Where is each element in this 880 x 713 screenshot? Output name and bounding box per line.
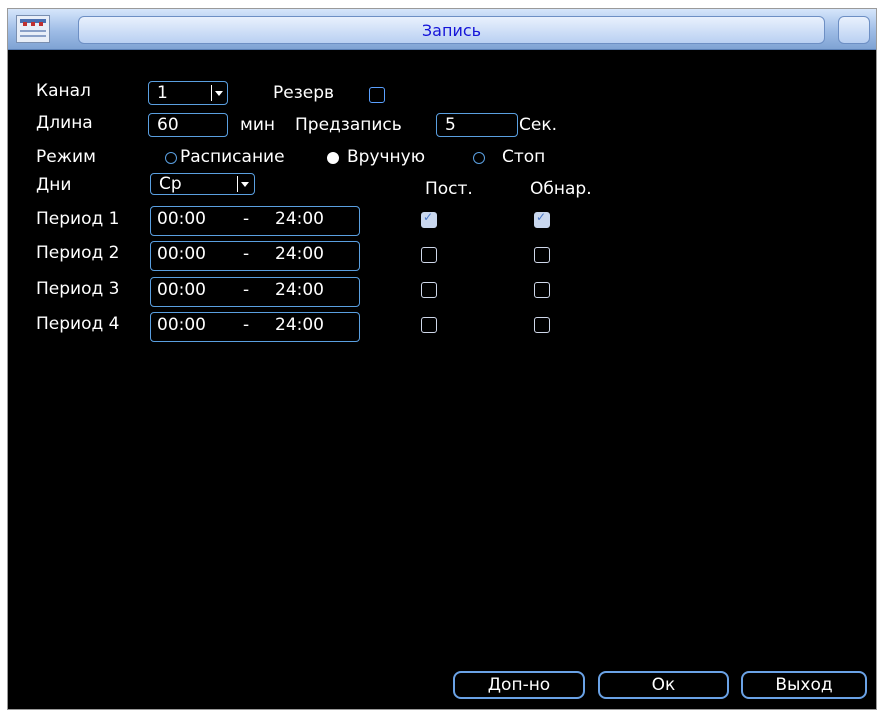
period-2-time[interactable]: 00:00 - 24:00 [150, 241, 360, 271]
mode-option-stop: Стоп [502, 147, 546, 167]
column-header-constant: Пост. [425, 179, 473, 199]
period-4-end: 24:00 [275, 315, 324, 335]
days-label: Дни [36, 175, 72, 195]
min-label: мин [240, 115, 275, 135]
period-4-time[interactable]: 00:00 - 24:00 [150, 312, 360, 342]
ok-button[interactable]: Ок [598, 671, 729, 699]
period-3-dash: - [243, 280, 250, 300]
period-1-detection-checkbox[interactable] [534, 210, 550, 228]
period-3-time[interactable]: 00:00 - 24:00 [150, 277, 360, 307]
record-settings-window: Запись Канал 1 Резерв Длина 60 мин Предз… [7, 8, 877, 710]
title-right-panel [838, 16, 870, 44]
window-title: Запись [421, 21, 482, 40]
prerecord-value: 5 [445, 115, 456, 135]
prerecord-input[interactable]: 5 [436, 113, 518, 137]
period-2-start: 00:00 [157, 244, 206, 264]
period-3-detection-checkbox[interactable] [534, 282, 550, 298]
reserve-checkbox[interactable] [369, 87, 385, 103]
period-1-time[interactable]: 00:00 - 24:00 [150, 206, 360, 236]
channel-label: Канал [36, 81, 91, 101]
title-bar[interactable]: Запись [8, 9, 876, 50]
period-1-dash: - [243, 209, 250, 229]
mode-radio-stop[interactable] [473, 152, 485, 164]
mode-option-schedule: Расписание [180, 147, 285, 167]
days-dropdown[interactable]: Ср [150, 173, 255, 195]
column-header-detection: Обнар. [530, 179, 592, 199]
sec-label: Сек. [519, 115, 558, 135]
exit-button[interactable]: Выход [741, 671, 867, 699]
period-1-label: Период 1 [36, 209, 120, 229]
channel-value: 1 [157, 83, 168, 103]
advanced-button[interactable]: Доп-но [453, 671, 585, 699]
period-1-end: 24:00 [275, 209, 324, 229]
period-2-constant-checkbox[interactable] [421, 247, 437, 263]
period-2-detection-checkbox[interactable] [534, 247, 550, 263]
chevron-down-icon [211, 85, 226, 101]
period-3-end: 24:00 [275, 280, 324, 300]
period-4-constant-checkbox[interactable] [421, 317, 437, 333]
period-3-label: Период 3 [36, 279, 120, 299]
mode-radio-schedule[interactable] [165, 152, 177, 164]
mode-option-manual: Вручную [347, 147, 426, 167]
period-1-start: 00:00 [157, 209, 206, 229]
period-4-label: Период 4 [36, 314, 120, 334]
prerecord-label: Предзапись [295, 115, 402, 135]
calendar-icon [16, 15, 50, 43]
period-2-label: Период 2 [36, 243, 120, 263]
length-label: Длина [36, 113, 93, 133]
mode-radio-manual[interactable] [327, 152, 339, 164]
period-4-dash: - [243, 315, 250, 335]
period-2-end: 24:00 [275, 244, 324, 264]
days-value: Ср [159, 174, 182, 194]
channel-dropdown[interactable]: 1 [148, 81, 228, 105]
mode-label: Режим [36, 147, 96, 167]
length-input[interactable]: 60 [148, 113, 228, 137]
period-3-constant-checkbox[interactable] [421, 282, 437, 298]
period-1-constant-checkbox[interactable] [421, 210, 437, 228]
period-4-start: 00:00 [157, 315, 206, 335]
reserve-label: Резерв [273, 83, 335, 103]
chevron-down-icon [237, 176, 252, 192]
title-panel: Запись [78, 16, 825, 44]
period-4-detection-checkbox[interactable] [534, 317, 550, 333]
period-3-start: 00:00 [157, 280, 206, 300]
length-value: 60 [157, 115, 179, 135]
period-2-dash: - [243, 244, 250, 264]
